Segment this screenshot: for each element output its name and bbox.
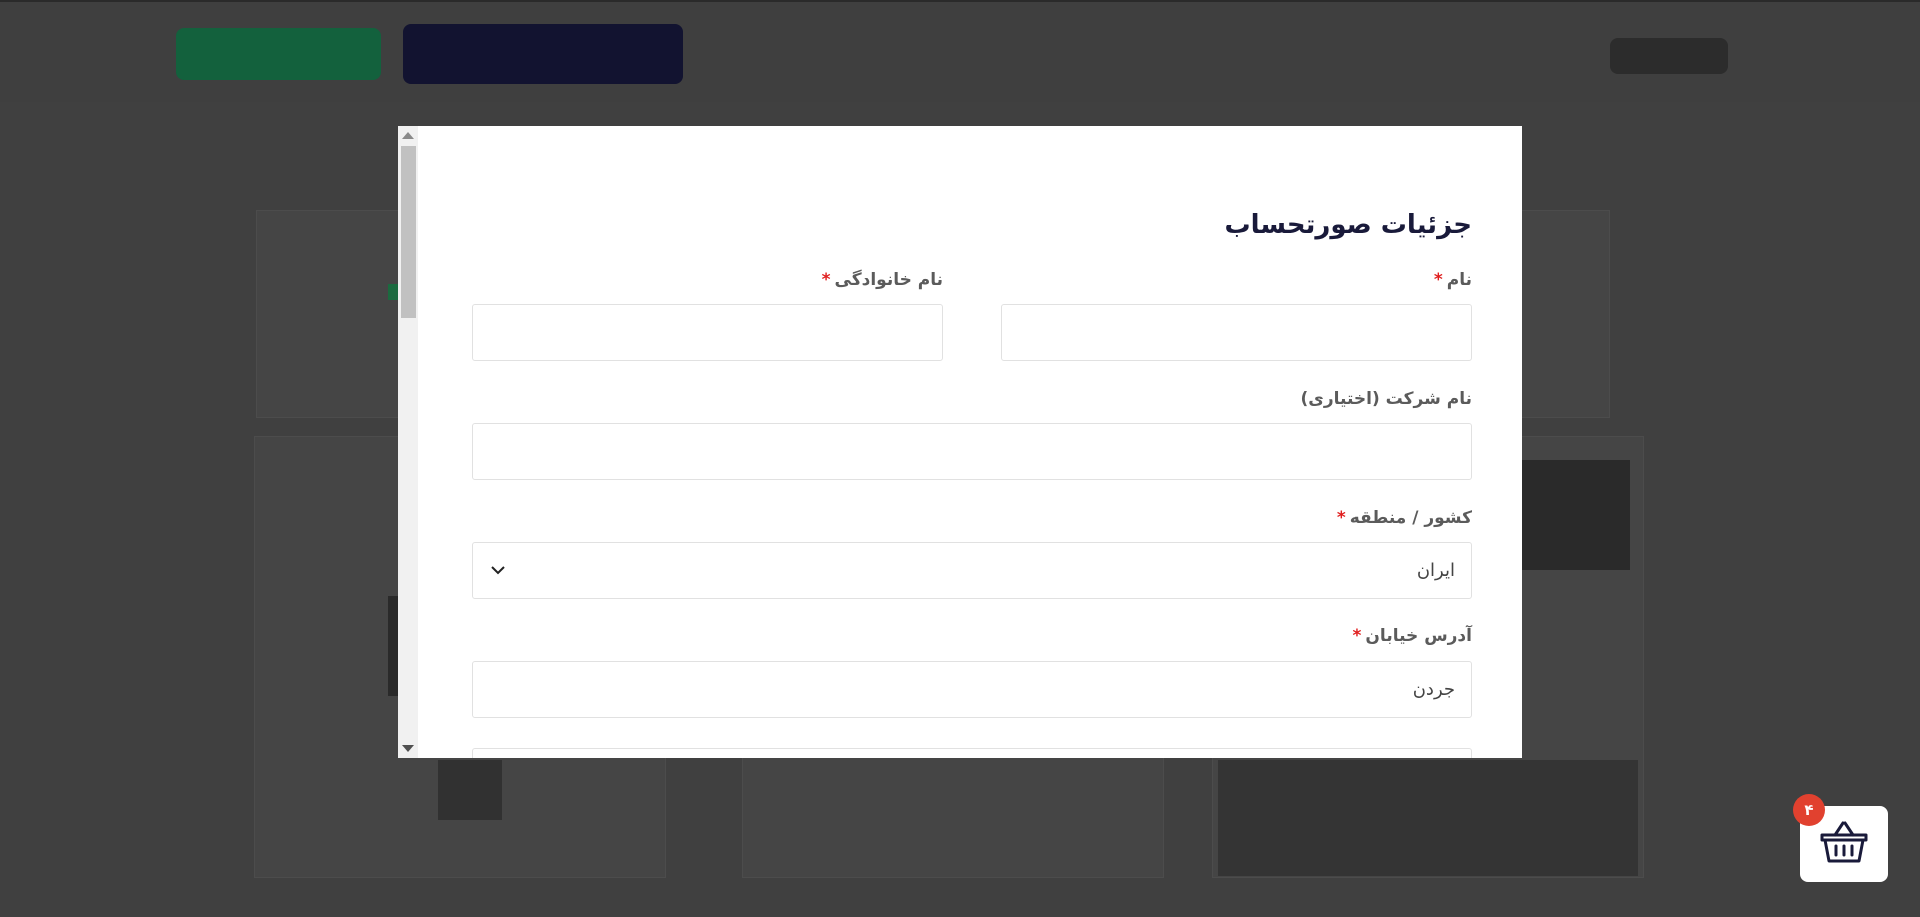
chevron-down-icon	[489, 562, 507, 580]
company-label-text: نام شرکت (اختیاری)	[1300, 389, 1473, 409]
company-input[interactable]	[472, 423, 1472, 480]
required-mark: *	[821, 270, 831, 290]
country-selected-value: ایران	[1416, 560, 1455, 581]
basket-icon	[1819, 819, 1869, 869]
required-mark: *	[1336, 508, 1346, 528]
country-label-text: کشور / منطقه	[1349, 508, 1472, 528]
last-name-label: نام خانوادگی*	[822, 270, 943, 290]
billing-details-title: جزئیات صورتحساب	[1224, 210, 1472, 240]
street-address-label-text: آدرس خیابان	[1365, 626, 1472, 646]
last-name-label-text: نام خانوادگی	[834, 270, 943, 290]
background-image-block	[1218, 760, 1638, 876]
company-label: نام شرکت (اختیاری)	[1301, 389, 1473, 409]
street-address-input[interactable]	[472, 661, 1472, 718]
first-name-input[interactable]	[1001, 304, 1472, 361]
background-header	[0, 0, 1920, 102]
background-dark-button	[403, 24, 683, 84]
background-green-button	[176, 28, 381, 80]
scroll-down-arrow-icon[interactable]	[402, 745, 414, 752]
scroll-up-arrow-icon[interactable]	[402, 132, 414, 139]
country-label: کشور / منطقه*	[1337, 508, 1472, 528]
modal-scrollbar[interactable]	[398, 126, 418, 758]
background-header-pill	[1610, 38, 1728, 74]
required-mark: *	[1352, 626, 1362, 646]
street-address-line2-input[interactable]	[472, 748, 1472, 758]
cart-count-badge: ۴	[1793, 794, 1825, 826]
background-image-block	[438, 760, 502, 820]
scrollbar-thumb[interactable]	[401, 146, 416, 318]
first-name-label-text: نام	[1446, 270, 1472, 290]
street-address-label: آدرس خیابان*	[1353, 626, 1472, 646]
last-name-input[interactable]	[472, 304, 943, 361]
required-mark: *	[1433, 270, 1443, 290]
country-select[interactable]: ایران	[472, 542, 1472, 599]
billing-details-modal: جزئیات صورتحساب نام* نام خانوادگی* نام ش…	[398, 126, 1522, 758]
first-name-label: نام*	[1434, 270, 1472, 290]
